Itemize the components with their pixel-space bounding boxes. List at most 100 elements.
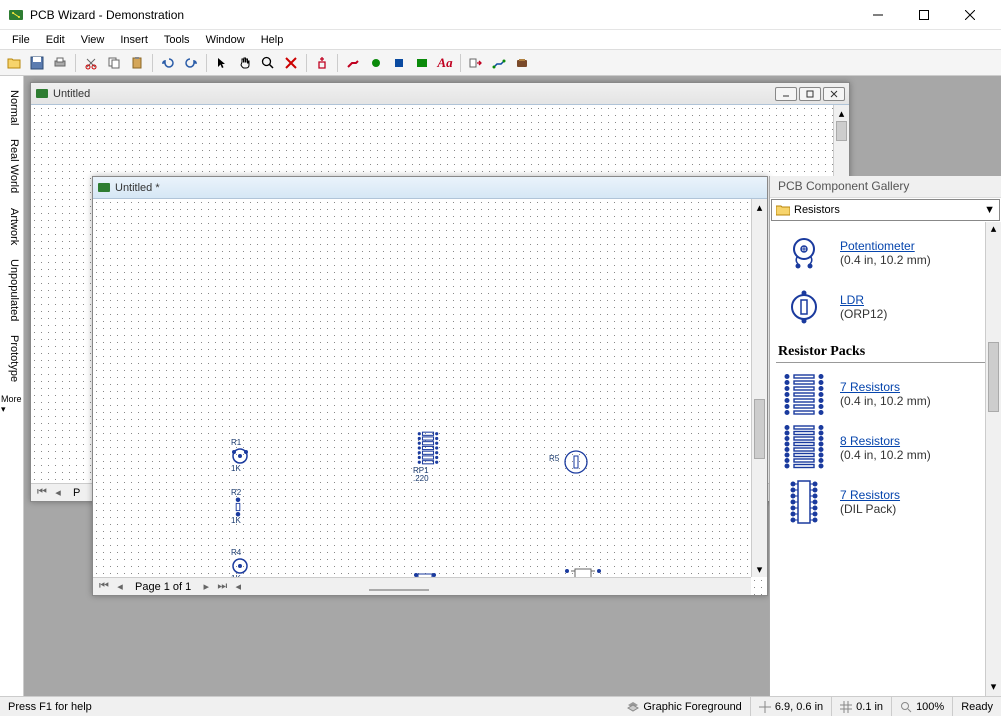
paste-button[interactable]: [127, 53, 147, 73]
document-canvas-front[interactable]: R1 1K R2 1K R4 1K RP1 .220 R5: [93, 199, 767, 595]
page-prev-front[interactable]: ◂: [113, 580, 127, 594]
page-back-arrow[interactable]: ◂: [231, 580, 245, 594]
page-indicator-front: Page 1 of 1: [129, 581, 197, 593]
print-button[interactable]: [50, 53, 70, 73]
page-first-back[interactable]: ⏮: [35, 486, 49, 500]
convert-tool[interactable]: [466, 53, 486, 73]
gallery-title: PCB Component Gallery: [770, 176, 1001, 198]
view-tabs: Normal Real World Artwork Unpopulated Pr…: [0, 76, 24, 696]
doc-minimize-back[interactable]: [775, 87, 797, 101]
menu-bar: File Edit View Insert Tools Window Help: [0, 30, 1001, 50]
save-button[interactable]: [27, 53, 47, 73]
menu-tools[interactable]: Tools: [156, 32, 198, 48]
gallery-item-7-resistors-dil[interactable]: 7 Resistors(DIL Pack): [776, 475, 997, 529]
zoom-icon: [900, 701, 912, 713]
tab-unpopulated[interactable]: Unpopulated: [0, 253, 23, 327]
gallery-link[interactable]: Potentiometer: [840, 239, 931, 253]
page-indicator-back: P: [67, 487, 86, 499]
tab-normal[interactable]: Normal: [0, 84, 23, 131]
close-button[interactable]: [947, 0, 993, 30]
pad-round-tool[interactable]: [366, 53, 386, 73]
scroll-up-icon[interactable]: ▴: [834, 105, 849, 121]
undo-button[interactable]: [158, 53, 178, 73]
app-title: PCB Wizard - Demonstration: [30, 8, 184, 22]
doc-icon: [35, 87, 49, 101]
component-gallery: PCB Component Gallery Resistors ▼ Potent…: [769, 176, 1001, 696]
minimize-button[interactable]: [855, 0, 901, 30]
text-tool[interactable]: Aa: [435, 53, 455, 73]
document-titlebar-back[interactable]: Untitled: [31, 83, 849, 105]
resistor-pack-7-icon: [778, 373, 830, 415]
menu-help[interactable]: Help: [253, 32, 292, 48]
gallery-link[interactable]: 7 Resistors: [840, 380, 931, 394]
tab-real-world[interactable]: Real World: [0, 133, 23, 199]
status-bar: Press F1 for help Graphic Foreground 6.9…: [0, 696, 1001, 716]
gallery-subtitle: (ORP12): [840, 307, 887, 321]
gallery-link[interactable]: 7 Resistors: [840, 488, 900, 502]
scrollbar-horizontal-front[interactable]: ⏮ ◂ Page 1 of 1 ▸ ⏭ ◂: [93, 577, 751, 595]
gallery-category-label: Resistors: [794, 204, 840, 216]
maximize-button[interactable]: [901, 0, 947, 30]
delete-tool[interactable]: [281, 53, 301, 73]
page-first-front[interactable]: ⏮: [97, 580, 111, 594]
copy-button[interactable]: [104, 53, 124, 73]
gallery-item-potentiometer[interactable]: Potentiometer(0.4 in, 10.2 mm): [776, 226, 997, 280]
options-button[interactable]: [512, 53, 532, 73]
grid-icon: [840, 701, 852, 713]
menu-view[interactable]: View: [73, 32, 113, 48]
gallery-category-dropdown[interactable]: Resistors ▼: [771, 199, 1000, 221]
chevron-down-icon: ▼: [984, 204, 995, 216]
menu-insert[interactable]: Insert: [112, 32, 156, 48]
open-button[interactable]: [4, 53, 24, 73]
gallery-item-ldr[interactable]: LDR(ORP12): [776, 280, 997, 334]
menu-file[interactable]: File: [4, 32, 38, 48]
workspace: Normal Real World Artwork Unpopulated Pr…: [0, 76, 1001, 696]
status-state: Ready: [953, 697, 1001, 716]
gallery-subtitle: (0.4 in, 10.2 mm): [840, 253, 931, 267]
scrollbar-vertical-front[interactable]: ▴ ▾: [751, 199, 767, 577]
app-icon: [8, 7, 24, 23]
document-titlebar-front[interactable]: Untitled *: [93, 177, 767, 199]
gallery-item-8-resistors[interactable]: 8 Resistors(0.4 in, 10.2 mm): [776, 421, 997, 475]
gallery-item-7-resistors[interactable]: 7 Resistors(0.4 in, 10.2 mm): [776, 367, 997, 421]
document-title-back: Untitled: [53, 88, 90, 100]
gallery-button[interactable]: [312, 53, 332, 73]
doc-close-back[interactable]: [823, 87, 845, 101]
status-layer[interactable]: Graphic Foreground: [619, 697, 750, 716]
redo-button[interactable]: [181, 53, 201, 73]
gallery-link[interactable]: LDR: [840, 293, 887, 307]
toolbar: Aa: [0, 50, 1001, 76]
document-window-front[interactable]: Untitled * R1 1K R2 1K R4 1K RP1: [92, 176, 768, 596]
crosshair-icon: [759, 701, 771, 713]
page-next-front[interactable]: ▸: [199, 580, 213, 594]
track-tool[interactable]: [343, 53, 363, 73]
select-tool[interactable]: [212, 53, 232, 73]
tab-artwork[interactable]: Artwork: [0, 202, 23, 251]
gallery-scrollbar[interactable]: ▴ ▾: [985, 222, 1001, 696]
status-zoom[interactable]: 100%: [892, 697, 953, 716]
scroll-up-icon[interactable]: ▴: [752, 199, 767, 215]
cut-button[interactable]: [81, 53, 101, 73]
scroll-up-icon[interactable]: ▴: [986, 222, 1001, 238]
zoom-tool[interactable]: [258, 53, 278, 73]
pad-square-tool[interactable]: [389, 53, 409, 73]
tab-prototype[interactable]: Prototype: [0, 329, 23, 388]
autoroute-button[interactable]: [489, 53, 509, 73]
gallery-subtitle: (0.4 in, 10.2 mm): [840, 448, 931, 462]
page-prev-back[interactable]: ◂: [51, 486, 65, 500]
scroll-down-icon[interactable]: ▾: [752, 561, 767, 577]
status-grid[interactable]: 0.1 in: [832, 697, 892, 716]
scroll-down-icon[interactable]: ▾: [986, 680, 1001, 696]
document-title-front: Untitled *: [115, 182, 160, 194]
page-last-front[interactable]: ⏭: [215, 580, 229, 594]
gallery-subtitle: (0.4 in, 10.2 mm): [840, 394, 931, 408]
menu-edit[interactable]: Edit: [38, 32, 73, 48]
gallery-link[interactable]: 8 Resistors: [840, 434, 931, 448]
tab-more[interactable]: More ▾: [0, 390, 23, 419]
gallery-list[interactable]: Potentiometer(0.4 in, 10.2 mm) LDR(ORP12…: [770, 222, 1001, 696]
status-help: Press F1 for help: [0, 701, 619, 713]
menu-window[interactable]: Window: [198, 32, 253, 48]
copper-area-tool[interactable]: [412, 53, 432, 73]
pan-tool[interactable]: [235, 53, 255, 73]
doc-maximize-back[interactable]: [799, 87, 821, 101]
